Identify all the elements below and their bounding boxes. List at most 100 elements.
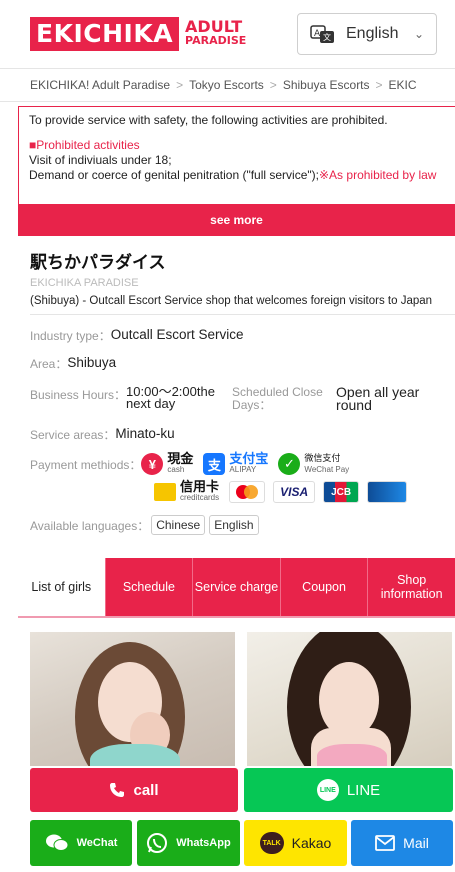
svg-text:文: 文 bbox=[323, 32, 331, 42]
mail-icon bbox=[375, 835, 396, 851]
amex-icon bbox=[367, 481, 408, 503]
industry-value: Outcall Escort Service bbox=[110, 327, 244, 342]
clothing-shape bbox=[317, 744, 387, 766]
yen-icon: ¥ bbox=[141, 453, 164, 475]
call-label: call bbox=[133, 781, 159, 799]
shop-header: 駅ちかパラダイス EKICHIKA PARADISE (Shibuya) - O… bbox=[0, 236, 455, 308]
shop-name: 駅ちかパラダイス bbox=[30, 253, 166, 272]
languages-label: Available languages： bbox=[30, 518, 150, 533]
see-more-button[interactable]: see more bbox=[18, 204, 455, 236]
breadcrumb-item[interactable]: Tokyo Escorts bbox=[189, 78, 264, 92]
payment-alipay: 支 支付宝 ALIPAY bbox=[203, 452, 268, 475]
logo-sub-line2: PARADISE bbox=[185, 34, 247, 47]
wechat-pay-icon: ✓ bbox=[278, 453, 301, 475]
hours-row: Business Hours： 10:00～2:00the next day S… bbox=[30, 384, 443, 413]
logo-sub: ADULT PARADISE bbox=[185, 17, 247, 48]
clothing-shape bbox=[90, 744, 180, 766]
breadcrumb-item[interactable]: EKICHIKA! Adult Paradise bbox=[30, 78, 170, 92]
wechatpay-sub: WeChat Pay bbox=[304, 465, 350, 474]
notice-heading: ■Prohibited activities bbox=[29, 138, 140, 152]
chevron-down-icon: ⌄ bbox=[413, 27, 424, 41]
wechat-label: WeChat bbox=[76, 837, 118, 849]
mail-button[interactable]: Mail bbox=[351, 820, 453, 866]
tab-list-of-girls[interactable]: List of girls bbox=[18, 558, 105, 616]
whatsapp-button[interactable]: WhatsApp bbox=[137, 820, 240, 866]
call-button[interactable]: call bbox=[30, 768, 238, 812]
line-icon: LINE bbox=[316, 779, 339, 801]
language-select[interactable]: A 文 English ⌄ bbox=[297, 13, 437, 55]
whatsapp-label: WhatsApp bbox=[176, 837, 231, 849]
area-row: Area： Shibuya bbox=[30, 355, 443, 372]
language-label: English bbox=[346, 25, 399, 42]
breadcrumb-item-current: EKIC bbox=[388, 78, 417, 92]
divider bbox=[30, 314, 455, 315]
visa-icon: VISA bbox=[273, 481, 316, 503]
breadcrumb: EKICHIKA! Adult Paradise > Tokyo Escorts… bbox=[0, 68, 455, 102]
payment-row: Payment methiods： ¥ 現金 cash 支 支付宝 ALIPAY ✓… bbox=[30, 452, 443, 475]
phone-icon bbox=[110, 783, 125, 797]
card-row: 信用卡 creditcards VISA JCB bbox=[154, 480, 443, 503]
whatsapp-icon bbox=[147, 833, 168, 853]
credit-sub: creditcards bbox=[180, 493, 220, 502]
close-label: Scheduled Close Days： bbox=[232, 385, 323, 412]
face-shape bbox=[319, 662, 379, 738]
notice-line2: Demand or coerce of genital penitration … bbox=[29, 168, 319, 182]
breadcrumb-separator: > bbox=[375, 78, 383, 92]
shop-description: (Shibuya) - Outcall Escort Service shop … bbox=[30, 295, 433, 307]
breadcrumb-separator: > bbox=[176, 78, 184, 92]
notice-intro: To provide service with safety, the foll… bbox=[29, 113, 388, 127]
area-value: Shibuya bbox=[67, 355, 117, 370]
header: EKICHIKA ADULT PARADISE A 文 English ⌄ bbox=[0, 0, 455, 68]
language-tag: Chinese bbox=[151, 515, 206, 535]
breadcrumb-item[interactable]: Shibuya Escorts bbox=[283, 78, 370, 92]
close-value: Open all year round bbox=[336, 384, 420, 413]
shop-tabs: List of girls Schedule Service charge Co… bbox=[18, 558, 455, 618]
girls-grid bbox=[30, 632, 455, 766]
notice-line1: Visit of indiviuals under 18; bbox=[29, 153, 172, 167]
wechat-button[interactable]: WeChat bbox=[30, 820, 132, 866]
hours-value: 10:00～2:00the next day bbox=[126, 384, 215, 411]
hours-label: Business Hours： bbox=[30, 388, 127, 402]
industry-label: Industry type： bbox=[30, 329, 111, 343]
notice-line2-red: ※As prohibited by law bbox=[319, 168, 437, 182]
tab-shop-information[interactable]: Shop information bbox=[367, 558, 455, 616]
jcb-icon: JCB bbox=[323, 481, 360, 503]
wechat-icon bbox=[45, 834, 69, 851]
kakao-label: Kakao bbox=[291, 835, 332, 851]
girl-card[interactable] bbox=[247, 632, 452, 766]
mail-label: Mail bbox=[403, 835, 429, 851]
mastercard-icon bbox=[229, 481, 266, 503]
shop-info: Industry type： Outcall Escort Service Ar… bbox=[0, 327, 455, 535]
logo-sub-line1: ADULT bbox=[185, 17, 243, 36]
kakao-button[interactable]: TALK Kakao bbox=[244, 820, 347, 866]
payment-credit: 信用卡 creditcards bbox=[154, 480, 220, 503]
line-label: LINE bbox=[346, 781, 381, 799]
line-button[interactable]: LINE LINE bbox=[244, 768, 453, 812]
translate-icon: A 文 bbox=[310, 25, 334, 43]
kakao-talk-icon: TALK bbox=[259, 832, 284, 854]
tab-schedule[interactable]: Schedule bbox=[104, 558, 193, 616]
payment-cash: ¥ 現金 cash bbox=[141, 452, 193, 475]
industry-row: Industry type： Outcall Escort Service bbox=[30, 327, 443, 344]
notice-line2-wrap: Demand or coerce of genital penitration … bbox=[29, 168, 447, 183]
credit-card-icon bbox=[154, 483, 176, 501]
language-tag: English bbox=[209, 515, 259, 535]
payment-label: Payment methiods： bbox=[30, 457, 142, 472]
languages-row: Available languages： Chinese English bbox=[30, 515, 443, 535]
payment-wechatpay: ✓ 微信支付 WeChat Pay bbox=[278, 453, 349, 475]
prohibited-notice: To provide service with safety, the foll… bbox=[18, 106, 455, 204]
logo-main: EKICHIKA bbox=[30, 17, 180, 51]
alipay-icon: 支 bbox=[203, 453, 226, 475]
service-area-value: Minato-ku bbox=[115, 426, 175, 441]
shop-name-en: EKICHIKA PARADISE bbox=[30, 277, 139, 289]
service-area-row: Service areas： Minato-ku bbox=[30, 426, 443, 443]
area-label: Area： bbox=[30, 357, 68, 371]
girl-card[interactable] bbox=[30, 632, 235, 766]
tab-service-charge[interactable]: Service charge bbox=[192, 558, 280, 616]
breadcrumb-separator: > bbox=[269, 78, 277, 92]
tab-coupon[interactable]: Coupon bbox=[279, 558, 368, 616]
service-area-label: Service areas： bbox=[30, 428, 116, 442]
site-logo[interactable]: EKICHIKA ADULT PARADISE bbox=[30, 17, 246, 51]
svg-text:A: A bbox=[314, 29, 321, 39]
wechatpay-label: 微信支付 bbox=[304, 453, 341, 463]
